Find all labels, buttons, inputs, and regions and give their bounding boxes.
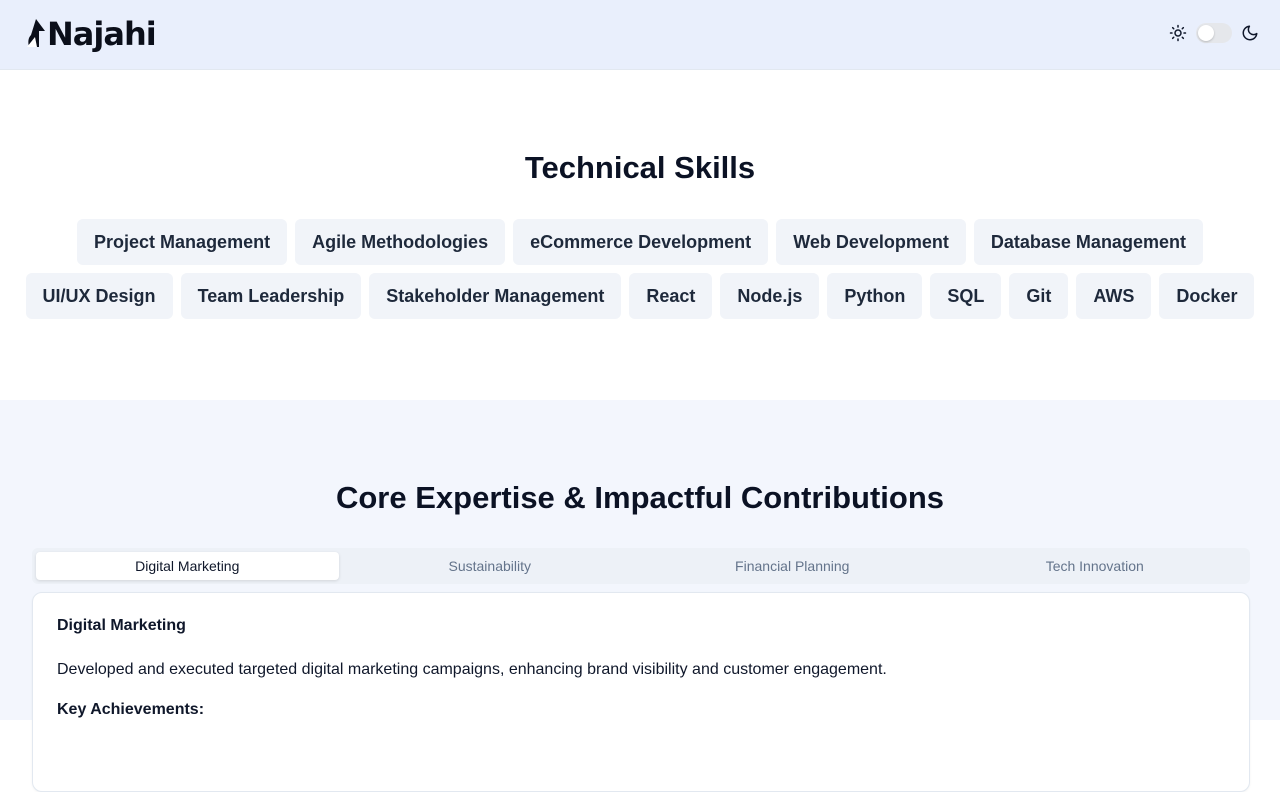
skills-row-1: Project Management Agile Methodologies e… xyxy=(0,219,1280,265)
technical-skills-section: Technical Skills Project Management Agil… xyxy=(0,70,1280,400)
tab-sustainability[interactable]: Sustainability xyxy=(339,552,642,580)
sun-icon[interactable] xyxy=(1168,23,1188,43)
tab-tech-innovation[interactable]: Tech Innovation xyxy=(944,552,1247,580)
core-expertise-section: Core Expertise & Impactful Contributions… xyxy=(0,400,1280,792)
expertise-panel: Digital Marketing Developed and executed… xyxy=(32,592,1250,792)
moon-icon[interactable] xyxy=(1240,23,1260,43)
skill-chip: Web Development xyxy=(776,219,966,265)
skill-chip: Stakeholder Management xyxy=(369,273,622,319)
logo-text: Najahi xyxy=(47,15,157,53)
logo[interactable]: Najahi xyxy=(25,12,157,56)
skill-chip: React xyxy=(629,273,713,319)
panel-title: Digital Marketing xyxy=(57,617,186,634)
theme-controls xyxy=(1168,20,1260,46)
skill-chip: Project Management xyxy=(77,219,288,265)
skill-chip: Git xyxy=(1009,273,1069,319)
skill-chip: SQL xyxy=(930,273,1002,319)
expertise-title: Core Expertise & Impactful Contributions xyxy=(335,480,944,515)
toggle-knob xyxy=(1198,25,1214,41)
skill-chip: Node.js xyxy=(720,273,820,319)
theme-toggle[interactable] xyxy=(1196,23,1232,43)
skill-chip: UI/UX Design xyxy=(25,273,173,319)
expertise-tabs: Digital Marketing Sustainability Financi… xyxy=(32,548,1250,584)
skill-chip: Team Leadership xyxy=(180,273,362,319)
panel-description: Developed and executed targeted digital … xyxy=(57,661,887,678)
skill-chip: AWS xyxy=(1076,273,1152,319)
skill-chip: Database Management xyxy=(973,219,1203,265)
skills-title: Technical Skills xyxy=(524,150,756,185)
site-header: Najahi xyxy=(0,0,1280,70)
skill-chip: Agile Methodologies xyxy=(295,219,506,265)
tab-digital-marketing[interactable]: Digital Marketing xyxy=(36,552,339,580)
skill-chip: Python xyxy=(827,273,923,319)
logo-mark-icon xyxy=(27,19,45,47)
tab-financial-planning[interactable]: Financial Planning xyxy=(641,552,944,580)
skill-chip: eCommerce Development xyxy=(513,219,769,265)
skills-row-2: UI/UX Design Team Leadership Stakeholder… xyxy=(0,273,1280,319)
panel-subheading: Key Achievements: xyxy=(57,701,205,718)
skill-chip: Docker xyxy=(1159,273,1255,319)
